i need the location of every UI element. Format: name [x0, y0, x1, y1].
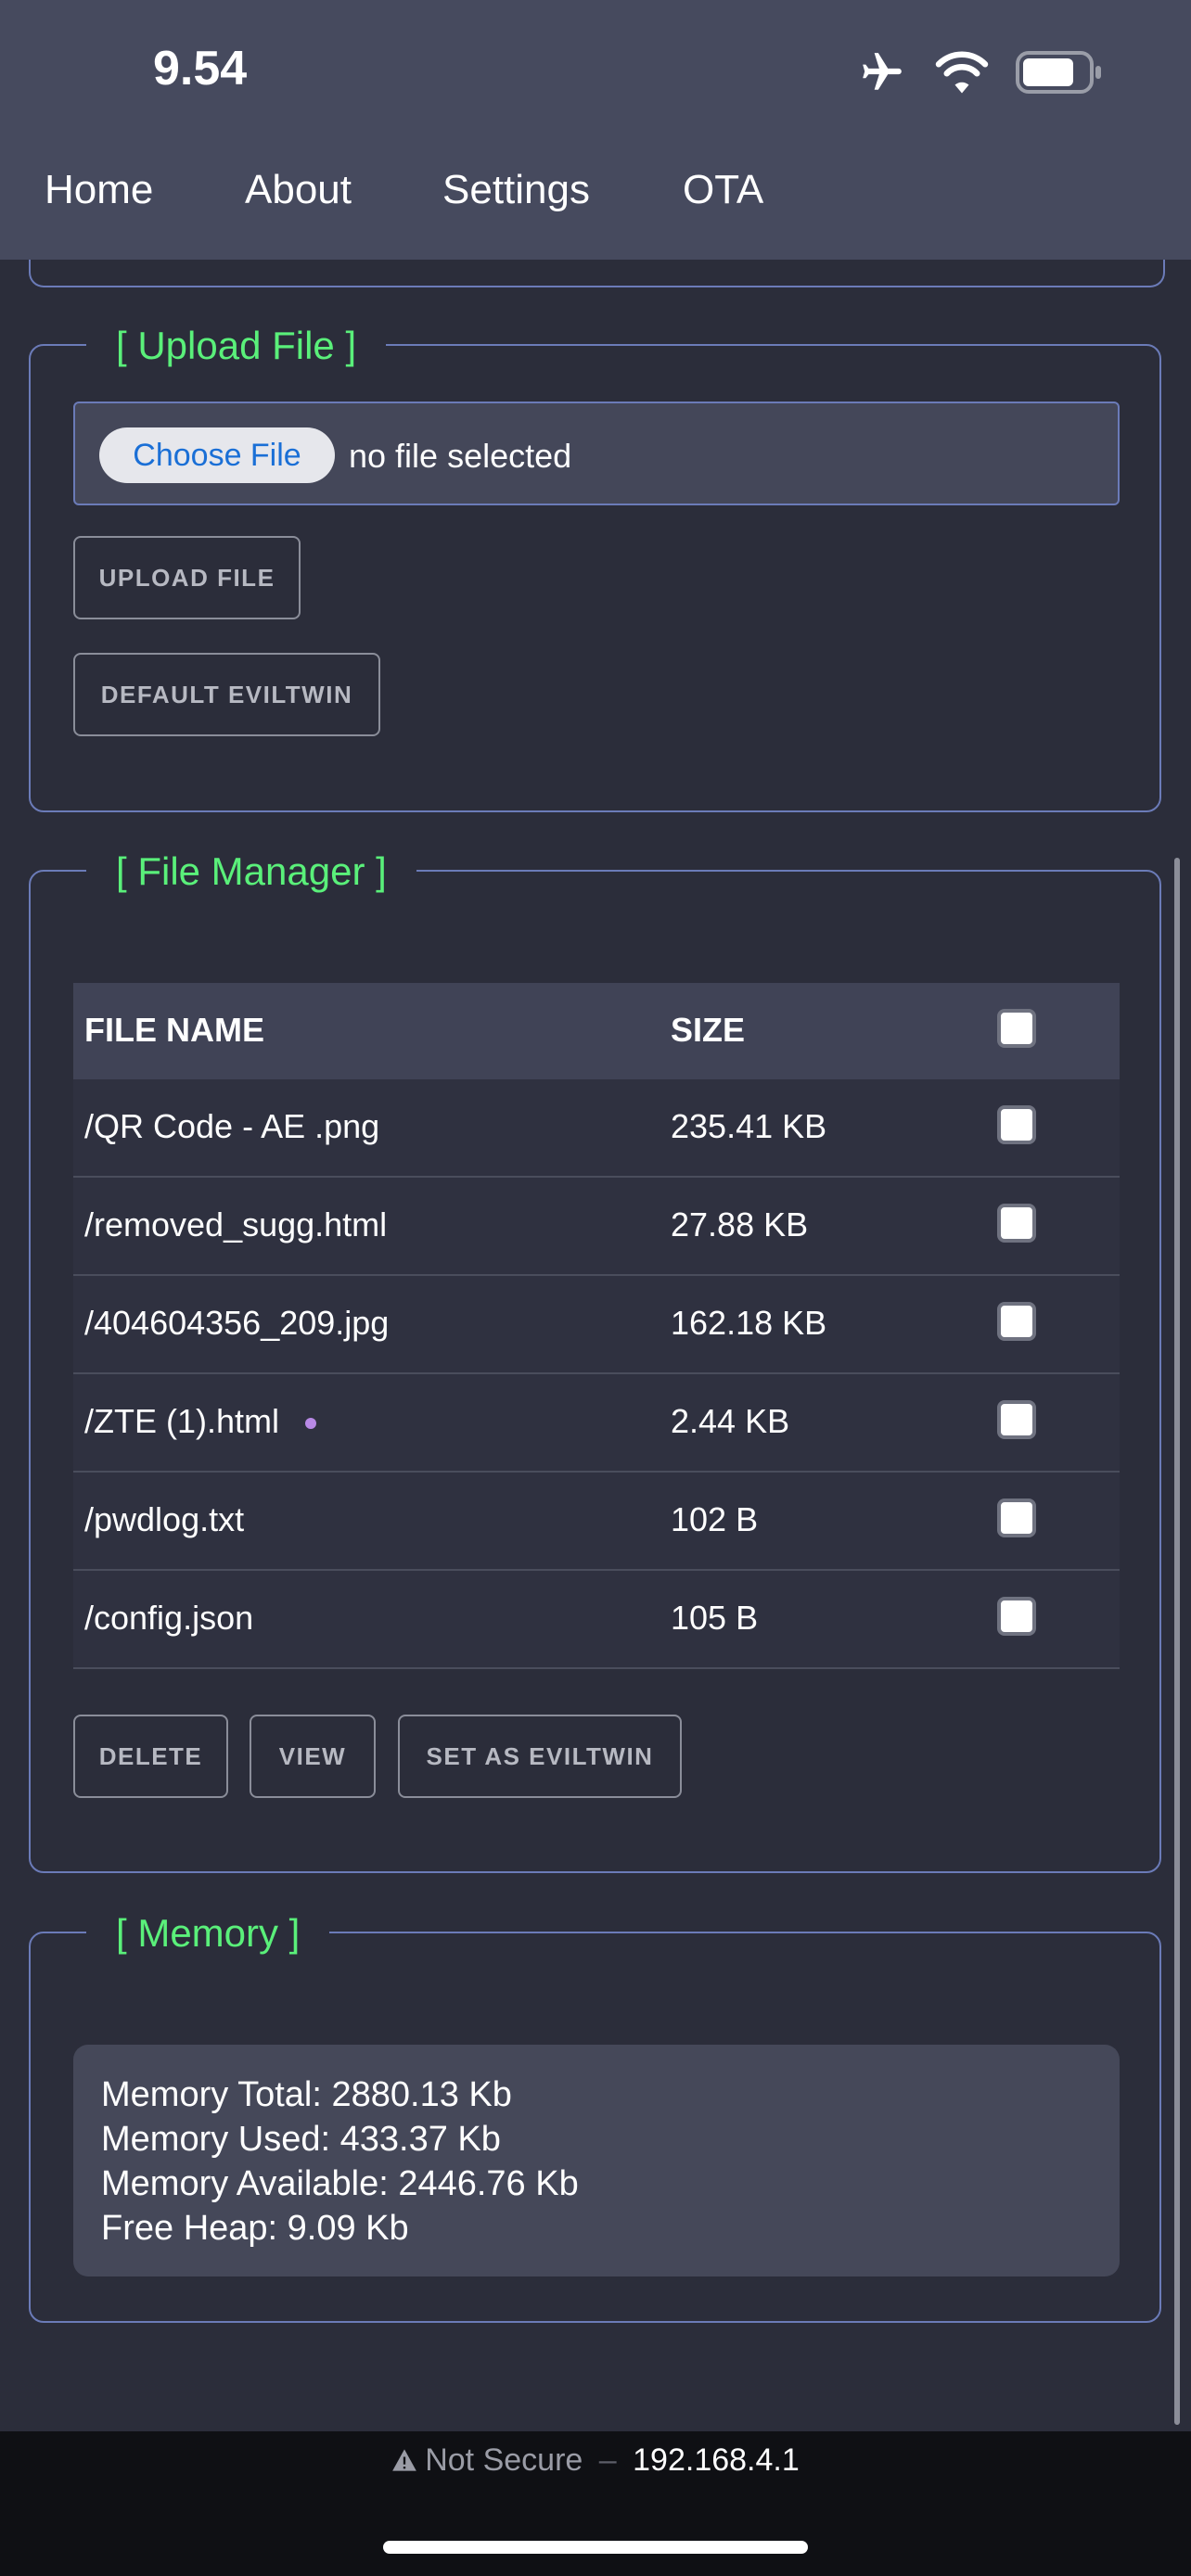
- file-size: 2.44 KB: [671, 1402, 790, 1440]
- file-size: 235.41 KB: [671, 1107, 827, 1145]
- host-text: 192.168.4.1: [633, 2442, 800, 2478]
- upload-panel: [ Upload File ] Choose File no file sele…: [29, 322, 1161, 812]
- file-manager-panel: [ File Manager ] FILE NAME SIZE /QR Code…: [29, 848, 1161, 1873]
- set-as-eviltwin-button[interactable]: SET AS EVILTWIN: [398, 1715, 682, 1798]
- status-icons: [856, 45, 1103, 100]
- nav-about[interactable]: About: [245, 167, 352, 213]
- select-all-checkbox[interactable]: [997, 1009, 1036, 1048]
- row-checkbox[interactable]: [997, 1400, 1036, 1439]
- upload-legend: [ Upload File ]: [86, 322, 387, 370]
- row-checkbox[interactable]: [997, 1498, 1036, 1537]
- nav-ota[interactable]: OTA: [683, 167, 763, 213]
- upload-file-button[interactable]: UPLOAD FILE: [73, 536, 301, 619]
- default-eviltwin-button[interactable]: DEFAULT EVILTWIN: [73, 653, 380, 736]
- table-row: /pwdlog.txt 102 B: [73, 1473, 1120, 1571]
- view-button[interactable]: VIEW: [250, 1715, 376, 1798]
- scrollbar[interactable]: [1174, 858, 1180, 2425]
- address-separator: –: [598, 2442, 617, 2478]
- file-name: /pwdlog.txt: [84, 1500, 245, 1538]
- file-name-cell: /ZTE (1).html: [84, 1402, 317, 1441]
- header-size: SIZE: [671, 1011, 746, 1049]
- file-status-text: no file selected: [349, 437, 572, 475]
- file-manager-legend: [ File Manager ]: [86, 848, 416, 896]
- security-label: Not Secure: [425, 2442, 583, 2478]
- nav-settings[interactable]: Settings: [442, 167, 590, 213]
- table-header: FILE NAME SIZE: [73, 983, 1120, 1079]
- file-size: 105 B: [671, 1599, 759, 1637]
- memory-used: Memory Used: 433.37 Kb: [101, 2120, 501, 2159]
- file-input[interactable]: Choose File no file selected: [73, 402, 1120, 505]
- choose-file-button[interactable]: Choose File: [99, 427, 335, 483]
- free-heap: Free Heap: 9.09 Kb: [101, 2209, 409, 2248]
- memory-total: Memory Total: 2880.13 Kb: [101, 2075, 512, 2114]
- memory-panel: [ Memory ] Memory Total: 2880.13 Kb Memo…: [29, 1909, 1161, 2323]
- address-bar[interactable]: Not Secure – 192.168.4.1: [0, 2442, 1191, 2479]
- file-name: /config.json: [84, 1599, 254, 1637]
- row-checkbox[interactable]: [997, 1105, 1036, 1144]
- file-name: /QR Code - AE .png: [84, 1107, 380, 1145]
- row-checkbox[interactable]: [997, 1597, 1036, 1636]
- table-row: /QR Code - AE .png 235.41 KB: [73, 1079, 1120, 1178]
- file-size: 27.88 KB: [671, 1205, 809, 1243]
- memory-legend: [ Memory ]: [86, 1909, 330, 1958]
- nav-home[interactable]: Home: [45, 167, 153, 213]
- table-row: /404604356_209.jpg 162.18 KB: [73, 1276, 1120, 1374]
- file-name: /404604356_209.jpg: [84, 1304, 390, 1342]
- airplane-icon: [863, 53, 902, 90]
- table-row: /config.json 105 B: [73, 1571, 1120, 1669]
- file-size: 102 B: [671, 1500, 759, 1538]
- header-file-name: FILE NAME: [84, 1011, 264, 1049]
- file-size: 162.18 KB: [671, 1304, 827, 1342]
- delete-button[interactable]: DELETE: [73, 1715, 228, 1798]
- warning-icon: [392, 2449, 417, 2471]
- home-indicator: [383, 2541, 808, 2554]
- memory-available: Memory Available: 2446.76 Kb: [101, 2164, 579, 2203]
- row-checkbox[interactable]: [997, 1204, 1036, 1243]
- table-row: /ZTE (1).html 2.44 KB: [73, 1374, 1120, 1473]
- dot-indicator: [305, 1418, 317, 1430]
- memory-info: Memory Total: 2880.13 Kb Memory Used: 43…: [73, 2045, 1120, 2276]
- table-row: /removed_sugg.html 27.88 KB: [73, 1178, 1120, 1276]
- row-checkbox[interactable]: [997, 1302, 1036, 1341]
- file-name: /ZTE (1).html: [84, 1402, 280, 1440]
- file-name: /removed_sugg.html: [84, 1205, 388, 1243]
- battery-icon: [1016, 51, 1101, 94]
- status-time: 9.54: [153, 42, 248, 96]
- top-bar: 9.54 Home About Settings OTA: [0, 0, 1191, 260]
- file-table: FILE NAME SIZE /QR Code - AE .png 235.41…: [73, 983, 1120, 1669]
- wifi-icon: [935, 51, 989, 94]
